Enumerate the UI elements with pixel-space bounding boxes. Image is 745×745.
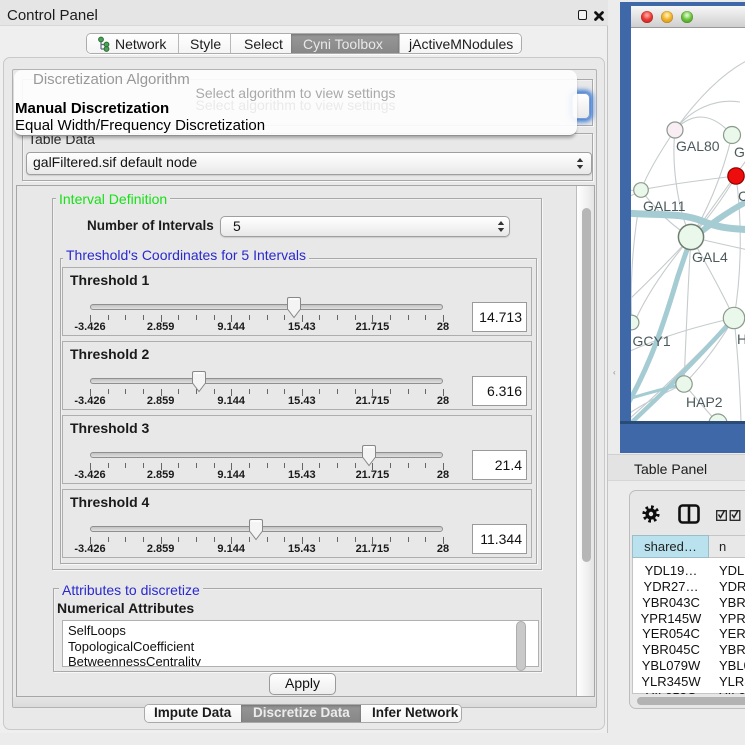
svg-text:C: C [738, 188, 745, 204]
svg-text:H: H [737, 331, 745, 347]
svg-text:HAP2: HAP2 [686, 394, 723, 410]
svg-text:GAL4: GAL4 [692, 249, 728, 265]
svg-text:GAL80: GAL80 [676, 138, 720, 154]
svg-text:GAL11: GAL11 [643, 198, 686, 214]
svg-text:GCY1: GCY1 [633, 333, 671, 349]
svg-text:GA: GA [734, 144, 745, 160]
